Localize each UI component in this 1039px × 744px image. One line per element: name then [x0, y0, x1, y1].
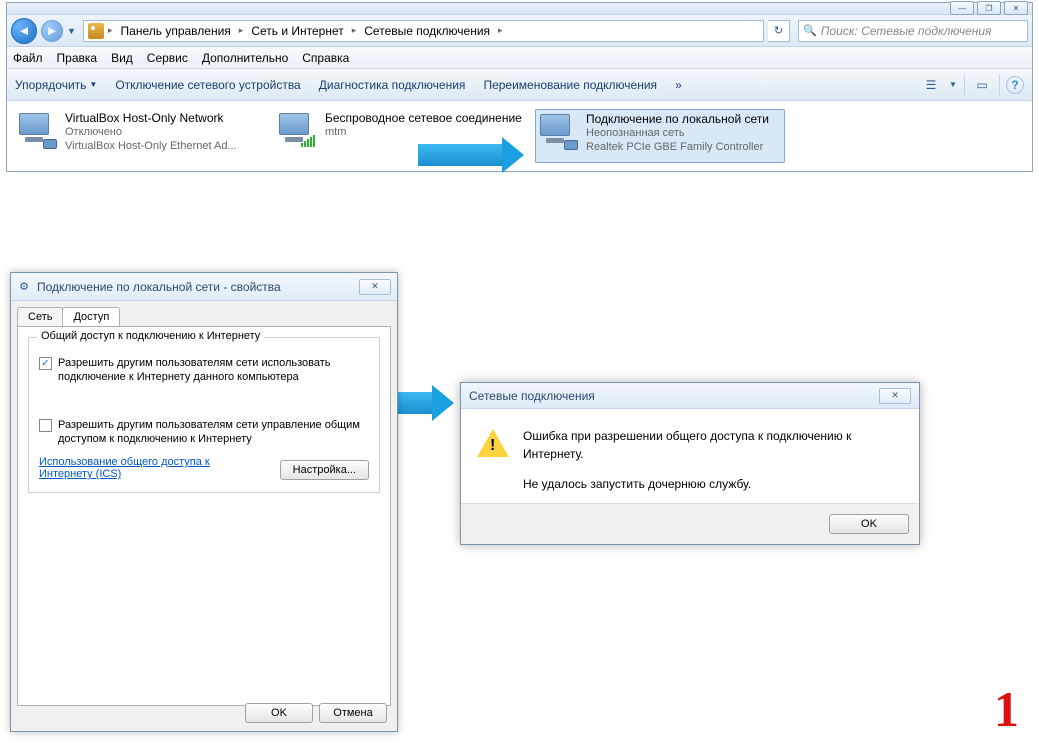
- error-line-2: Не удалось запустить дочернюю службу.: [523, 475, 903, 493]
- nav-back-button[interactable]: ◄: [11, 18, 37, 44]
- tab-network[interactable]: Сеть: [17, 307, 63, 326]
- connection-name: Беспроводное сетевое соединение: [325, 111, 522, 125]
- breadcrumb-sep: ▸: [106, 25, 115, 36]
- menu-edit[interactable]: Правка: [57, 51, 98, 65]
- tab-panel-sharing: Общий доступ к подключению к Интернету ✓…: [17, 326, 391, 706]
- tab-sharing[interactable]: Доступ: [62, 307, 120, 326]
- connection-adapter: mtm: [325, 125, 522, 139]
- error-title: Сетевые подключения: [469, 389, 879, 403]
- menu-file[interactable]: Файл: [13, 51, 43, 65]
- settings-button[interactable]: Настройка...: [280, 460, 369, 480]
- ok-button[interactable]: OK: [245, 703, 313, 723]
- connection-status: Отключено: [65, 125, 237, 139]
- separator: [999, 75, 1000, 95]
- rename-button[interactable]: Переименование подключения: [483, 78, 657, 92]
- menubar: Файл Правка Вид Сервис Дополнительно Спр…: [7, 47, 1032, 69]
- annotation-arrow-1: [418, 144, 506, 166]
- error-line-1: Ошибка при разрешении общего доступа к п…: [523, 427, 903, 463]
- breadcrumb-sep: ▸: [496, 25, 505, 36]
- help-button[interactable]: ?: [1006, 76, 1024, 94]
- disable-device-button[interactable]: Отключение сетевого устройства: [115, 78, 300, 92]
- network-adapter-icon: [538, 112, 580, 150]
- tab-strip: Сеть Доступ: [11, 301, 397, 326]
- wireless-adapter-icon: [277, 111, 319, 149]
- properties-dialog: ⚙ Подключение по локальной сети - свойст…: [10, 272, 398, 732]
- error-close-button[interactable]: ✕: [879, 388, 911, 404]
- navbar: ◄ ► ▼ ▸ Панель управления ▸ Сеть и Интер…: [7, 15, 1032, 47]
- dialog-titlebar: ⚙ Подключение по локальной сети - свойст…: [11, 273, 397, 301]
- search-placeholder: Поиск: Сетевые подключения: [821, 24, 992, 38]
- search-input[interactable]: 🔍 Поиск: Сетевые подключения: [798, 20, 1028, 42]
- breadcrumb-network-connections[interactable]: Сетевые подключения: [360, 24, 494, 38]
- organize-button[interactable]: Упорядочить▼: [15, 78, 97, 92]
- allow-control-checkbox[interactable]: [39, 419, 52, 432]
- toolbar: Упорядочить▼ Отключение сетевого устройс…: [7, 69, 1032, 101]
- nav-forward-button[interactable]: ►: [41, 20, 63, 42]
- search-icon: 🔍: [803, 24, 817, 37]
- error-dialog: Сетевые подключения ✕ ! Ошибка при разре…: [460, 382, 920, 545]
- refresh-button[interactable]: ↻: [768, 20, 790, 42]
- error-titlebar: Сетевые подключения ✕: [461, 383, 919, 409]
- menu-additional[interactable]: Дополнительно: [202, 51, 288, 65]
- titlebar: — ❐ ✕: [7, 3, 1032, 15]
- diagnose-button[interactable]: Диагностика подключения: [319, 78, 466, 92]
- connection-adapter: VirtualBox Host-Only Ethernet Ad...: [65, 139, 237, 153]
- ics-help-link[interactable]: Использование общего доступа к Интернету…: [39, 456, 219, 480]
- address-bar[interactable]: ▸ Панель управления ▸ Сеть и Интернет ▸ …: [83, 20, 764, 42]
- breadcrumb-network-internet[interactable]: Сеть и Интернет: [247, 24, 347, 38]
- nav-history-dropdown[interactable]: ▼: [67, 26, 79, 36]
- group-title: Общий доступ к подключению к Интернету: [37, 330, 264, 342]
- allow-control-label: Разрешить другим пользователям сети упра…: [58, 418, 369, 446]
- menu-view[interactable]: Вид: [111, 51, 133, 65]
- connection-name: VirtualBox Host-Only Network: [65, 111, 237, 125]
- breadcrumb-sep: ▸: [237, 25, 246, 36]
- menu-help[interactable]: Справка: [302, 51, 349, 65]
- toolbar-overflow[interactable]: »: [675, 78, 682, 92]
- error-message: Ошибка при разрешении общего доступа к п…: [523, 427, 903, 493]
- connection-adapter: Realtek PCIe GBE Family Controller: [586, 140, 769, 154]
- network-adapter-icon: [17, 111, 59, 149]
- warning-icon: !: [477, 427, 509, 459]
- dialog-close-button[interactable]: ✕: [359, 279, 391, 295]
- dialog-title: Подключение по локальной сети - свойства: [37, 280, 359, 294]
- connection-status: Неопознанная сеть: [586, 126, 769, 140]
- view-mode-button[interactable]: ☰: [920, 75, 942, 95]
- preview-pane-button[interactable]: ▭: [971, 75, 993, 95]
- allow-sharing-checkbox[interactable]: ✓: [39, 357, 52, 370]
- connection-lan-selected[interactable]: Подключение по локальной сети Неопознанн…: [535, 109, 785, 163]
- annotation-number: 1: [994, 680, 1019, 738]
- separator: [964, 75, 965, 95]
- connection-name: Подключение по локальной сети: [586, 112, 769, 126]
- ics-group: Общий доступ к подключению к Интернету ✓…: [28, 337, 380, 493]
- breadcrumb-sep: ▸: [350, 25, 359, 36]
- allow-sharing-label: Разрешить другим пользователям сети испо…: [58, 356, 369, 384]
- network-icon: [88, 23, 104, 39]
- view-mode-dropdown[interactable]: ▼: [948, 75, 958, 95]
- connection-virtualbox[interactable]: VirtualBox Host-Only Network Отключено V…: [15, 109, 265, 163]
- breadcrumb-control-panel[interactable]: Панель управления: [117, 24, 235, 38]
- cancel-button[interactable]: Отмена: [319, 703, 387, 723]
- menu-service[interactable]: Сервис: [147, 51, 188, 65]
- dialog-icon: ⚙: [17, 280, 31, 294]
- minimize-button[interactable]: —: [950, 1, 974, 15]
- maximize-button[interactable]: ❐: [977, 1, 1001, 15]
- error-ok-button[interactable]: OK: [829, 514, 909, 534]
- close-button[interactable]: ✕: [1004, 1, 1028, 15]
